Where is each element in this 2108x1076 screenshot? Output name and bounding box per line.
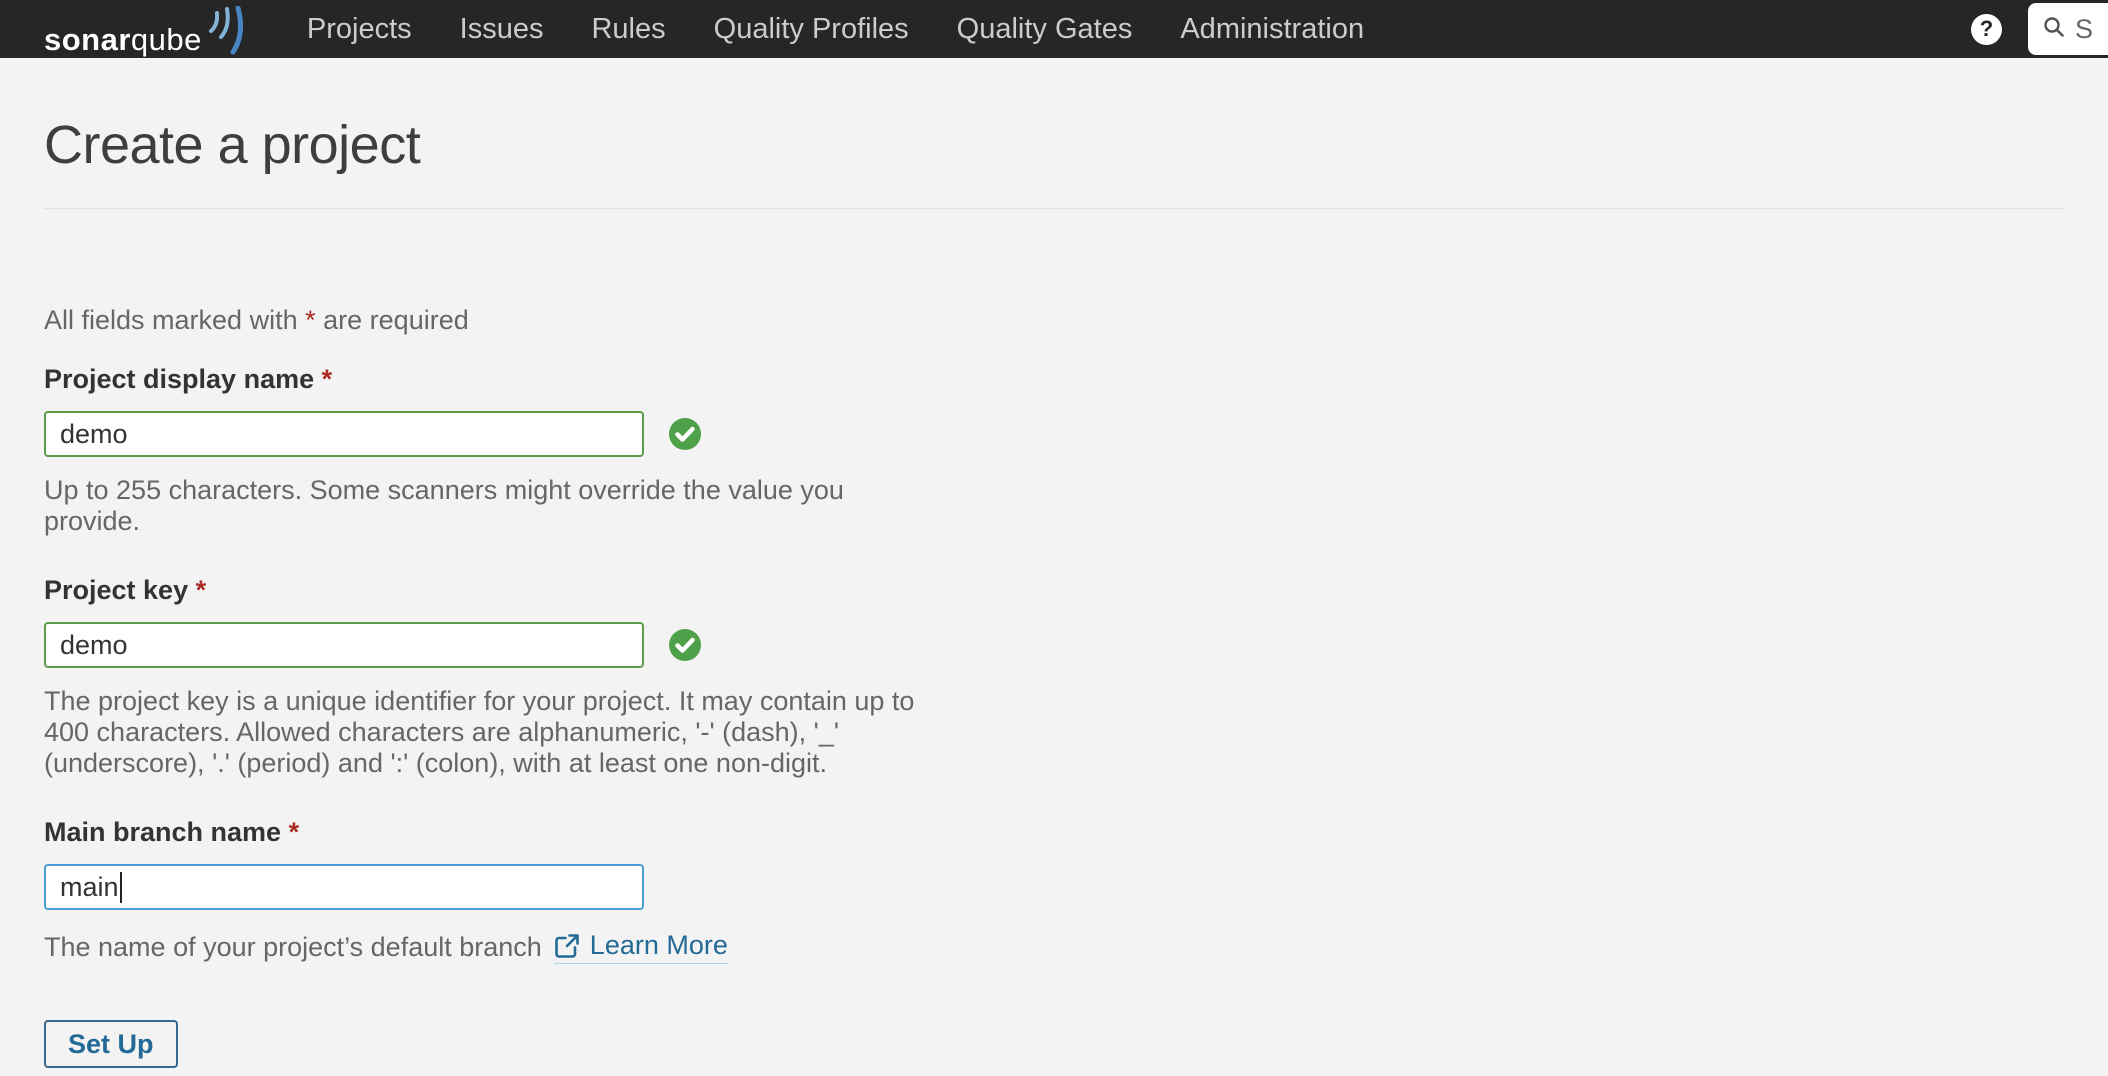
search-icon [2043,16,2065,43]
nav-item-administration[interactable]: Administration [1180,0,1364,58]
create-project-form: All fields marked with * are required Pr… [44,305,2108,1068]
branch-help-text: The name of your project’s default branc… [44,931,542,962]
project-key-value: demo [60,629,128,660]
required-note-asterisk: * [305,305,316,335]
help-line: Up to 255 characters. Some scanners migh… [44,475,844,505]
help-icon[interactable]: ? [1971,13,2002,45]
main-branch-name-help: The name of your project’s default branc… [44,930,2108,964]
page-header: Create a project [44,58,2064,209]
page-title: Create a project [44,115,421,175]
external-link-icon [554,933,580,959]
project-display-name-input[interactable]: demo [44,411,644,457]
project-key-help: The project key is a unique identifier f… [44,686,2108,779]
nav-item-issues[interactable]: Issues [460,0,544,58]
nav-item-quality-gates[interactable]: Quality Gates [957,0,1133,58]
main-branch-name-label-text: Main branch name [44,817,282,847]
project-display-name-label: Project display name * [44,364,2108,395]
project-key-input[interactable]: demo [44,622,644,668]
field-main-branch-name: Main branch name * main The name of your… [44,817,2108,964]
set-up-button[interactable]: Set Up [44,1020,178,1068]
main-branch-name-required-mark: * [288,817,300,847]
learn-more-label: Learn More [589,930,728,960]
field-project-key: Project key * demo The project key is a … [44,575,2108,779]
project-key-label-text: Project key [44,575,189,605]
main-branch-name-value: main [60,871,119,902]
valid-check-icon [668,417,702,451]
nav-item-rules[interactable]: Rules [591,0,665,58]
search-placeholder-text: S [2075,13,2094,44]
text-caret [119,871,122,903]
valid-check-icon [668,628,702,662]
header-divider [44,208,2064,209]
required-note-suffix: are required [323,305,469,335]
nav-item-projects[interactable]: Projects [307,0,412,58]
help-line: (underscore), '.' (period) and ':' (colo… [44,748,827,778]
help-line: 400 characters. Allowed characters are a… [44,717,839,747]
global-search-input[interactable]: S [2028,3,2108,55]
sonarqube-logo[interactable]: sonar qube [44,0,251,58]
required-note-prefix: All fields marked with [44,305,298,335]
main-navigation: Projects Issues Rules Quality Profiles Q… [307,0,1364,58]
field-project-display-name: Project display name * demo Up to 255 ch… [44,364,2108,537]
project-display-name-label-text: Project display name [44,364,315,394]
main-branch-name-label: Main branch name * [44,817,2108,848]
logo-text-sonar: sonar [44,22,131,57]
project-key-label: Project key * [44,575,2108,606]
project-key-required-mark: * [195,575,207,605]
top-navbar: sonar qube Projects Issues Rules Quality… [0,0,2108,58]
help-line: The project key is a unique identifier f… [44,686,915,716]
main-branch-name-input[interactable]: main [44,864,644,910]
logo-text-qube: qube [130,22,202,57]
project-display-name-value: demo [60,418,128,449]
navbar-right-section: ? S [1971,0,2108,58]
sonar-waves-icon [205,5,251,61]
nav-item-quality-profiles[interactable]: Quality Profiles [714,0,909,58]
project-display-name-help: Up to 255 characters. Some scanners migh… [44,475,2108,537]
project-display-name-required-mark: * [321,364,333,394]
learn-more-link[interactable]: Learn More [553,930,728,964]
required-fields-note: All fields marked with * are required [44,305,2108,336]
help-line: provide. [44,506,141,536]
